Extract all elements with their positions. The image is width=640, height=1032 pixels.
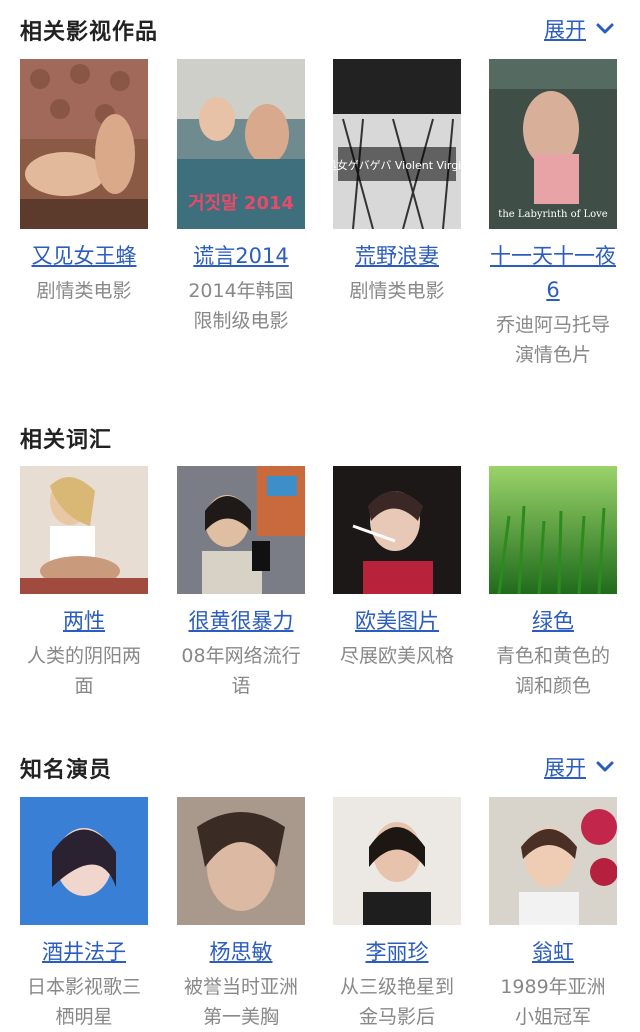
term-card[interactable]: 欧美图片 尽展欧美风格 xyxy=(333,466,461,671)
term-description: 青色和黄色的调和颜色 xyxy=(495,645,610,697)
section-title: 知名演员 xyxy=(20,758,113,783)
film-description: 2014年韩国限制级电影 xyxy=(188,280,294,332)
term-image[interactable] xyxy=(20,466,148,594)
actor-description: 被誉当时亚洲第一美胸 xyxy=(183,976,298,1028)
actor-photo[interactable] xyxy=(20,797,148,925)
term-title[interactable]: 很黄很暴力 xyxy=(177,604,305,638)
section-title: 相关词汇 xyxy=(20,428,113,453)
film-title[interactable]: 又见女王蜂 xyxy=(20,239,148,273)
film-title[interactable]: 荒野浪妻 xyxy=(333,239,461,273)
actor-name[interactable]: 李丽珍 xyxy=(333,935,461,969)
actor-card[interactable]: 李丽珍 从三级艳星到金马影后 xyxy=(333,797,461,1032)
actor-description: 从三级艳星到金马影后 xyxy=(339,976,454,1028)
term-card[interactable]: 两性 人类的阴阳两面 xyxy=(20,466,148,701)
term-image[interactable] xyxy=(489,466,617,594)
film-title[interactable]: 十一天十一夜6 xyxy=(489,239,617,307)
film-card[interactable]: 処女ゲバゲバ Violent Virgin 荒野浪妻 剧情类电影 xyxy=(333,59,461,306)
section-title: 相关影视作品 xyxy=(20,20,159,45)
film-poster[interactable]: 거짓말 2014 xyxy=(177,59,305,229)
expand-label: 展开 xyxy=(544,756,586,780)
film-card[interactable]: 거짓말 2014 谎言2014 2014年韩国限制级电影 xyxy=(177,59,305,336)
term-title[interactable]: 欧美图片 xyxy=(333,604,461,638)
actor-description: 1989年亚洲小姐冠军 xyxy=(500,976,606,1028)
actor-card[interactable]: 杨思敏 被誉当时亚洲第一美胸 xyxy=(177,797,305,1032)
term-image[interactable] xyxy=(333,466,461,594)
term-description: 人类的阴阳两面 xyxy=(26,645,141,697)
actor-card[interactable]: 翁虹 1989年亚洲小姐冠军 xyxy=(489,797,617,1032)
actor-card[interactable]: 酒井法子 日本影视歌三栖明星 xyxy=(20,797,148,1032)
actor-description: 日本影视歌三栖明星 xyxy=(26,976,141,1028)
section-header: 知名演员 展开 xyxy=(0,746,640,786)
film-card[interactable]: the Labyrinth of Love 十一天十一夜6 乔迪阿马托导演情色片 xyxy=(489,59,617,370)
term-title[interactable]: 两性 xyxy=(20,604,148,638)
actor-photo[interactable] xyxy=(333,797,461,925)
poster-title-text: the Labyrinth of Love xyxy=(498,209,607,220)
actor-name[interactable]: 翁虹 xyxy=(489,935,617,969)
expand-label: 展开 xyxy=(544,18,586,42)
term-image[interactable] xyxy=(177,466,305,594)
film-card[interactable]: 又见女王蜂 剧情类电影 xyxy=(20,59,148,306)
actor-name[interactable]: 酒井法子 xyxy=(20,935,148,969)
film-description: 剧情类电影 xyxy=(349,280,445,302)
term-description: 尽展欧美风格 xyxy=(339,645,454,667)
film-poster[interactable] xyxy=(20,59,148,229)
actor-name[interactable]: 杨思敏 xyxy=(177,935,305,969)
section-header: 相关影视作品 展开 xyxy=(0,8,640,48)
film-poster[interactable]: the Labyrinth of Love xyxy=(489,59,617,229)
section-famous-actors: 知名演员 展开 酒井法子 日本影视歌三栖明星 杨思敏 被誉当时亚洲第一美胸 李丽… xyxy=(0,746,640,1028)
film-description: 乔迪阿马托导演情色片 xyxy=(495,314,610,366)
term-card[interactable]: 很黄很暴力 08年网络流行语 xyxy=(177,466,305,701)
chevron-down-icon xyxy=(596,23,614,34)
expand-button[interactable]: 展开 xyxy=(544,752,616,782)
term-card[interactable]: 绿色 青色和黄色的调和颜色 xyxy=(489,466,617,701)
section-related-films: 相关影视作品 展开 又见女王蜂 剧情类电影 거짓말 2014 谎言2014 20… xyxy=(0,8,640,388)
section-header: 相关词汇 xyxy=(0,416,640,456)
poster-title-text: 処女ゲバゲバ Violent Virgin xyxy=(333,158,461,172)
poster-title-text: 거짓말 2014 xyxy=(188,193,294,214)
section-related-terms: 相关词汇 两性 人类的阴阳两面 很黄很暴力 08年网络流行语 欧美图片 尽展欧美… xyxy=(0,416,640,716)
expand-button[interactable]: 展开 xyxy=(544,14,616,44)
film-description: 剧情类电影 xyxy=(36,280,132,302)
chevron-down-icon xyxy=(596,761,614,772)
film-poster[interactable]: 処女ゲバゲバ Violent Virgin xyxy=(333,59,461,229)
term-description: 08年网络流行语 xyxy=(181,645,301,697)
actor-photo[interactable] xyxy=(489,797,617,925)
film-title[interactable]: 谎言2014 xyxy=(177,239,305,273)
actor-photo[interactable] xyxy=(177,797,305,925)
term-title[interactable]: 绿色 xyxy=(489,604,617,638)
